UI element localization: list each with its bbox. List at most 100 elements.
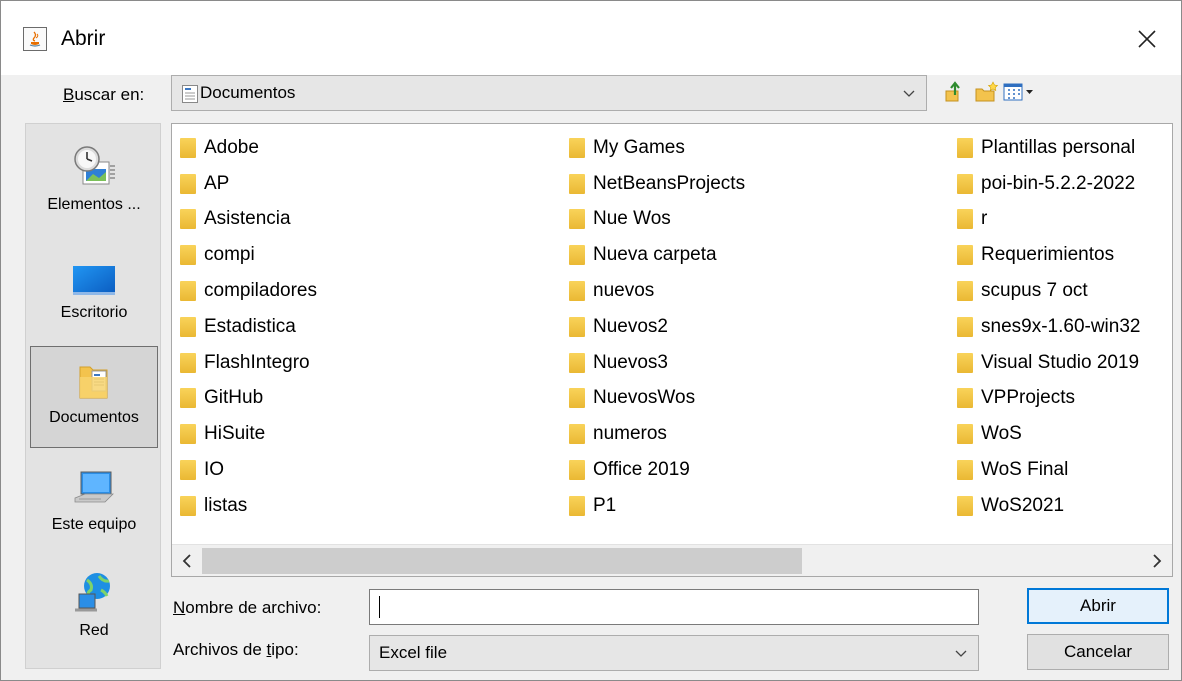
folder-name: compi xyxy=(204,244,255,266)
scroll-left-button[interactable] xyxy=(172,545,202,576)
filetype-label-post: ipo: xyxy=(271,640,299,659)
folder-item[interactable]: Nuevos3 xyxy=(569,345,745,381)
cancel-button[interactable]: Cancelar xyxy=(1027,634,1169,670)
folder-item[interactable]: Nueva carpeta xyxy=(569,237,745,273)
folder-item[interactable]: NetBeansProjects xyxy=(569,166,745,202)
place-network[interactable]: Red xyxy=(30,560,158,662)
close-button[interactable] xyxy=(1125,21,1169,57)
place-recent-items[interactable]: Elementos ... xyxy=(30,134,158,236)
folder-name: Nuevos2 xyxy=(593,315,668,337)
folder-name: Nue Wos xyxy=(593,208,671,230)
folder-item[interactable]: Estadistica xyxy=(180,309,317,345)
folder-name: NetBeansProjects xyxy=(593,172,746,194)
place-label: Red xyxy=(79,622,109,639)
folder-icon xyxy=(569,424,585,445)
chevron-down-icon xyxy=(955,650,967,657)
filename-label-text: ombre de archivo: xyxy=(185,598,322,617)
folder-item[interactable]: compi xyxy=(180,237,317,273)
folder-item[interactable]: Nue Wos xyxy=(569,202,745,238)
folder-item[interactable]: scupus 7 oct xyxy=(957,273,1140,309)
folder-name: WoS Final xyxy=(981,459,1069,481)
folder-icon xyxy=(957,388,973,409)
folder-item[interactable]: HiSuite xyxy=(180,416,317,452)
folder-item[interactable]: Plantillas personal xyxy=(957,130,1140,166)
open-button[interactable]: Abrir xyxy=(1027,588,1169,624)
folder-item[interactable]: AP xyxy=(180,166,317,202)
horizontal-scrollbar[interactable] xyxy=(172,544,1172,576)
file-column-1: Adobe AP Asistencia compi compiladores E… xyxy=(180,130,317,524)
documents-icon xyxy=(182,85,198,103)
folder-item[interactable]: Requerimientos xyxy=(957,237,1140,273)
folder-icon xyxy=(569,137,585,158)
folder-icon xyxy=(180,424,196,445)
folder-name: GitHub xyxy=(204,387,264,409)
folder-name: Estadistica xyxy=(204,315,296,337)
folder-item[interactable]: WoS Final xyxy=(957,452,1140,488)
folder-item[interactable]: Visual Studio 2019 xyxy=(957,345,1140,381)
folder-item[interactable]: Asistencia xyxy=(180,202,317,238)
folder-icon xyxy=(180,316,196,337)
folder-item[interactable]: compiladores xyxy=(180,273,317,309)
folder-name: My Games xyxy=(593,136,685,158)
folder-item[interactable]: WoS xyxy=(957,416,1140,452)
folder-item[interactable]: VPProjects xyxy=(957,381,1140,417)
folder-icon xyxy=(569,352,585,373)
folder-item[interactable]: Adobe xyxy=(180,130,317,166)
folder-item[interactable]: NuevosWos xyxy=(569,381,745,417)
computer-icon xyxy=(74,471,114,503)
folder-icon xyxy=(957,281,973,302)
folder-item[interactable]: GitHub xyxy=(180,381,317,417)
documents-icon xyxy=(79,366,108,399)
filetype-combobox[interactable]: Excel file xyxy=(369,635,979,671)
java-icon xyxy=(23,27,47,51)
folder-item[interactable]: IO xyxy=(180,452,317,488)
folder-name: numeros xyxy=(593,423,667,445)
filetype-label: Archivos de tipo: xyxy=(173,640,299,660)
folder-icon xyxy=(180,173,196,194)
folder-name: P1 xyxy=(593,494,617,516)
folder-icon xyxy=(180,388,196,409)
folder-item[interactable]: listas xyxy=(180,488,317,524)
folder-name: WoS xyxy=(981,423,1022,445)
place-this-computer[interactable]: Este equipo xyxy=(30,454,158,556)
folder-item[interactable]: My Games xyxy=(569,130,745,166)
folder-name: HiSuite xyxy=(204,423,266,445)
new-folder-button[interactable] xyxy=(973,79,1001,105)
folder-name: snes9x-1.60-win32 xyxy=(981,315,1141,337)
filetype-label-pre: Archivos de xyxy=(173,640,267,659)
folder-icon xyxy=(957,352,973,373)
place-documents[interactable]: Documentos xyxy=(30,346,158,448)
folder-icon xyxy=(957,173,973,194)
folder-icon xyxy=(180,495,196,516)
title-bar: Abrir xyxy=(1,1,1181,75)
folder-icon xyxy=(180,460,196,481)
folder-item[interactable]: Nuevos2 xyxy=(569,309,745,345)
filename-input[interactable] xyxy=(369,589,979,625)
lookin-combobox[interactable]: Documentos xyxy=(171,75,927,111)
scrollbar-thumb[interactable] xyxy=(202,548,802,574)
folder-icon xyxy=(569,209,585,230)
folder-item[interactable]: WoS2021 xyxy=(957,488,1140,524)
folder-item[interactable]: numeros xyxy=(569,416,745,452)
folder-item[interactable]: P1 xyxy=(569,488,745,524)
folder-item[interactable]: snes9x-1.60-win32 xyxy=(957,309,1140,345)
folder-icon xyxy=(957,424,973,445)
folder-name: Asistencia xyxy=(204,208,291,230)
file-list[interactable]: Adobe AP Asistencia compi compiladores E… xyxy=(171,123,1173,577)
folder-item[interactable]: nuevos xyxy=(569,273,745,309)
folder-icon xyxy=(180,281,196,302)
folder-item[interactable]: poi-bin-5.2.2-2022 xyxy=(957,166,1140,202)
view-menu-button[interactable] xyxy=(1001,79,1041,105)
folder-item[interactable]: FlashIntegro xyxy=(180,345,317,381)
place-desktop[interactable]: Escritorio xyxy=(30,242,158,344)
place-label: Escritorio xyxy=(60,304,128,321)
folder-item[interactable]: Office 2019 xyxy=(569,452,745,488)
folder-item[interactable]: r xyxy=(957,202,1140,238)
folder-icon xyxy=(957,137,973,158)
text-caret xyxy=(379,596,380,618)
folder-icon xyxy=(957,495,973,516)
scroll-right-button[interactable] xyxy=(1142,545,1172,576)
lookin-label-text: uscar en: xyxy=(74,85,145,104)
up-folder-button[interactable] xyxy=(943,79,971,105)
folder-name: compiladores xyxy=(204,280,317,302)
